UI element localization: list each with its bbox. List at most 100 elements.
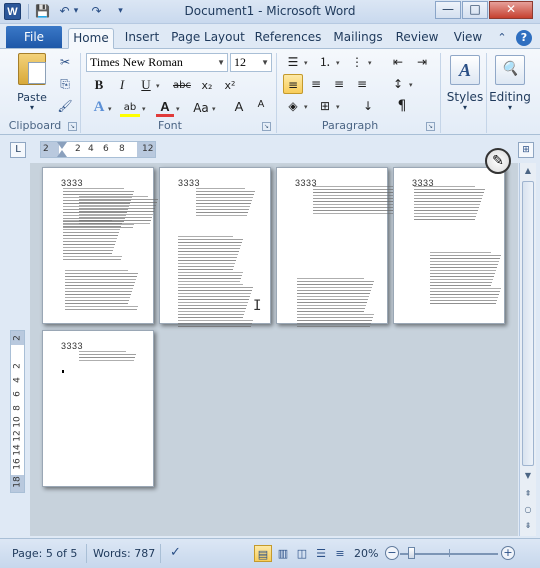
vertical-scrollbar[interactable]: ▲ ▼ ⇞ ○ ⇟ [519, 163, 536, 536]
font-launcher-icon[interactable]: ↘ [262, 122, 271, 131]
close-button[interactable]: ✕ [489, 1, 533, 19]
align-left-icon[interactable]: ≡ [283, 74, 303, 94]
vertical-ruler[interactable]: 2 2 4 6 8 10 12 14 16 18 [10, 330, 25, 493]
underline-dropdown-icon[interactable]: ▾ [156, 82, 160, 90]
minimize-button[interactable]: — [435, 1, 461, 19]
decrease-indent-icon[interactable]: ⇤ [388, 52, 408, 72]
document-canvas[interactable]: 3333 3333 3333 3333 3333 [30, 163, 518, 536]
tab-mailings[interactable]: Mailings [330, 28, 386, 49]
text-effects-button[interactable]: A [90, 99, 108, 117]
help-icon[interactable]: ? [516, 30, 532, 46]
borders-icon[interactable]: ⊞ [315, 96, 335, 116]
copy-icon[interactable]: ⎘ [56, 75, 74, 93]
scroll-down-icon[interactable]: ▼ [520, 468, 536, 484]
tab-insert[interactable]: Insert [120, 28, 164, 49]
page-count-status[interactable]: Page: 5 of 5 [12, 547, 77, 560]
change-case-dropdown-icon[interactable]: ▾ [212, 105, 216, 113]
clipboard-launcher-icon[interactable]: ↘ [68, 122, 77, 131]
web-layout-view-icon[interactable]: ◫ [293, 545, 311, 562]
hanging-indent-marker[interactable] [57, 150, 67, 157]
superscript-button[interactable]: x² [221, 77, 239, 95]
view-ruler-icon[interactable]: ⊞ [518, 142, 534, 158]
page-thumbnail[interactable]: 3333 [42, 330, 154, 487]
bullets-dropdown-icon[interactable]: ▾ [304, 59, 308, 67]
zoom-in-button[interactable]: + [501, 546, 515, 560]
select-browse-object-icon[interactable]: ○ [520, 502, 536, 518]
line-spacing-dropdown-icon[interactable]: ▾ [409, 81, 413, 89]
zoom-slider-thumb[interactable] [408, 547, 415, 559]
numbering-dropdown-icon[interactable]: ▾ [336, 59, 340, 67]
subscript-button[interactable]: x₂ [198, 77, 216, 95]
paragraph-launcher-icon[interactable]: ↘ [426, 122, 435, 131]
scroll-thumb[interactable] [522, 181, 534, 466]
next-page-icon[interactable]: ⇟ [520, 518, 536, 534]
shading-dropdown-icon[interactable]: ▾ [304, 103, 308, 111]
outline-view-icon[interactable]: ☰ [312, 545, 330, 562]
proofing-icon[interactable]: ✓ [170, 545, 181, 560]
draft-view-icon[interactable]: ≡ [331, 545, 349, 562]
bold-button[interactable]: B [90, 77, 108, 95]
shading-icon[interactable]: ◈ [283, 96, 303, 116]
italic-button[interactable]: I [113, 77, 131, 95]
chevron-down-icon[interactable]: ▼ [217, 54, 225, 71]
numbering-icon[interactable]: ⒈ [315, 52, 335, 72]
styles-button[interactable]: A Styles ▾ [442, 53, 488, 115]
format-painter-icon[interactable]: 🖌 [56, 97, 74, 115]
change-case-button[interactable]: Aa [190, 99, 212, 117]
tab-review[interactable]: Review [393, 28, 441, 49]
cut-icon[interactable]: ✂ [56, 53, 74, 71]
font-color-dropdown-icon[interactable]: ▾ [176, 105, 180, 113]
maximize-button[interactable]: □ [462, 1, 488, 19]
word-app-icon[interactable]: W [4, 3, 21, 20]
bullets-icon[interactable]: ☰ [283, 52, 303, 72]
chevron-down-icon[interactable]: ▼ [261, 54, 269, 71]
undo-dropdown-icon[interactable]: ▾ [71, 3, 81, 20]
tab-file[interactable]: File [6, 26, 62, 48]
strikethrough-button[interactable]: abc [170, 77, 194, 95]
print-layout-view-icon[interactable]: ▤ [254, 545, 272, 562]
paste-dropdown-icon[interactable]: ▾ [10, 104, 54, 112]
tab-page-layout[interactable]: Page Layout [170, 28, 246, 49]
redo-icon[interactable]: ↷ [88, 3, 105, 20]
word-count-status[interactable]: Words: 787 [93, 547, 155, 560]
previous-page-icon[interactable]: ⇞ [520, 486, 536, 502]
page-thumbnail[interactable]: 3333 [393, 167, 505, 324]
tab-home[interactable]: Home [68, 28, 114, 49]
sort-icon[interactable]: ↓ [358, 96, 378, 116]
increase-indent-icon[interactable]: ⇥ [412, 52, 432, 72]
save-icon[interactable]: 💾 [34, 3, 51, 20]
align-center-icon[interactable]: ≡ [306, 74, 326, 94]
line-spacing-icon[interactable]: ↕ [388, 74, 408, 94]
font-size-combo[interactable]: 12 ▼ [230, 53, 272, 72]
highlight-button[interactable]: ab [120, 99, 140, 117]
grow-font-icon[interactable]: A [230, 99, 248, 117]
underline-button[interactable]: U [137, 77, 155, 95]
text-effects-dropdown-icon[interactable]: ▾ [108, 105, 112, 113]
show-formatting-marks-icon[interactable]: ¶ [392, 96, 412, 116]
pin-icon[interactable]: ✎ [485, 148, 511, 174]
paste-button[interactable]: Paste ▾ [10, 53, 54, 115]
customize-qat-icon[interactable]: ▾ [112, 3, 129, 20]
minimize-ribbon-icon[interactable]: ⌃ [494, 30, 510, 46]
editing-button[interactable]: 🔍 Editing ▾ [484, 53, 536, 115]
tab-references[interactable]: References [252, 28, 324, 49]
multilevel-list-icon[interactable]: ⋮ [347, 52, 367, 72]
justify-icon[interactable]: ≡ [352, 74, 372, 94]
font-name-combo[interactable]: Times New Roman ▼ [86, 53, 228, 72]
multilevel-dropdown-icon[interactable]: ▾ [368, 59, 372, 67]
horizontal-ruler[interactable]: 2 2 4 6 8 12 [40, 141, 156, 158]
font-color-button[interactable]: A [156, 99, 174, 117]
align-right-icon[interactable]: ≡ [329, 74, 349, 94]
tab-view[interactable]: View [448, 28, 488, 49]
borders-dropdown-icon[interactable]: ▾ [336, 103, 340, 111]
tab-selector-button[interactable]: L [10, 142, 26, 158]
page-thumbnail[interactable]: 3333 [276, 167, 414, 327]
page-thumbnail[interactable]: 3333 [42, 167, 158, 324]
highlight-dropdown-icon[interactable]: ▾ [142, 105, 146, 113]
zoom-out-button[interactable]: − [385, 546, 399, 560]
full-screen-reading-view-icon[interactable]: ▥ [274, 545, 292, 562]
zoom-level[interactable]: 20% [354, 547, 378, 560]
scroll-up-icon[interactable]: ▲ [520, 163, 536, 179]
first-line-indent-marker[interactable] [57, 142, 67, 149]
shrink-font-icon[interactable]: A [252, 99, 270, 117]
